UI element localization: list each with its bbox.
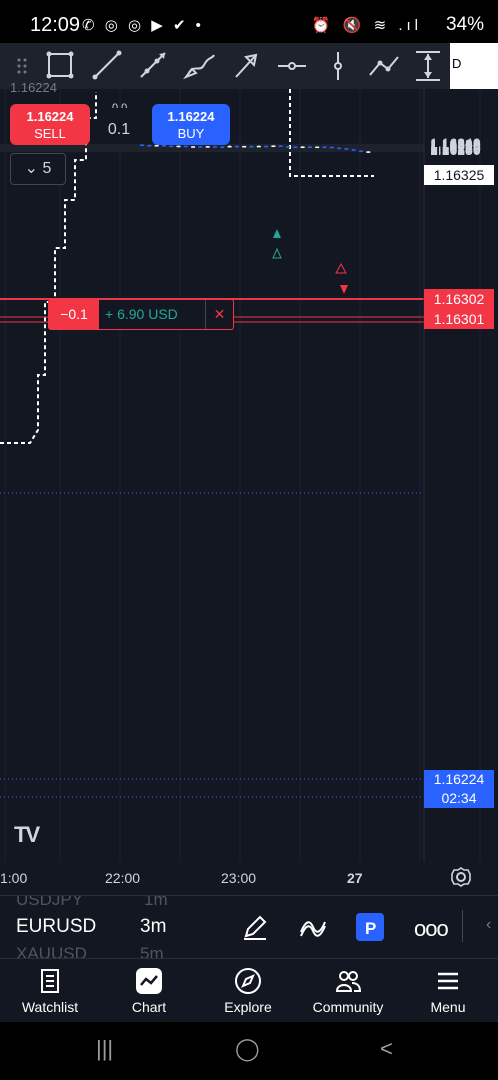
sell-marker-icon xyxy=(340,285,348,294)
position-pnl: + 6.90 USD xyxy=(105,306,178,322)
time-label: 1:00 xyxy=(0,870,28,886)
chart-icon xyxy=(136,968,162,994)
symbol-bar: USDJPY EURUSD XAUUSD 1m 3m 5m P ooo ‹ xyxy=(0,895,498,958)
nav-label: Chart xyxy=(131,999,167,1015)
candle-body xyxy=(198,146,203,148)
price-tag-position: 1.16302 xyxy=(424,289,494,309)
candle-body xyxy=(220,146,225,148)
nav-label: Menu xyxy=(430,999,466,1015)
candle-body xyxy=(161,145,166,147)
compass-icon xyxy=(235,968,261,994)
candle-body xyxy=(256,145,261,148)
candle-body xyxy=(337,147,342,150)
price-axis-label: 1.16230 xyxy=(430,142,481,158)
price-tag-position-2: 1.16301 xyxy=(424,309,494,329)
partial-price-label: 1.16224 xyxy=(10,80,57,95)
broker-icon[interactable]: P xyxy=(355,912,385,942)
orders-collapse-button[interactable]: ⌄ 5 xyxy=(10,153,66,185)
candle-body xyxy=(140,144,144,147)
candle-body xyxy=(300,146,305,148)
candle-body xyxy=(205,146,210,148)
stepped-dashed-line xyxy=(289,89,374,177)
candle-body xyxy=(213,146,217,148)
timeframe-prev[interactable]: 1m xyxy=(144,896,168,910)
watchlist-icon xyxy=(41,969,59,993)
timeframe-next[interactable]: 5m xyxy=(140,944,164,958)
nav-label: Watchlist xyxy=(21,999,79,1015)
sell-label: SELL xyxy=(34,126,66,141)
candle-body xyxy=(359,150,363,153)
menu-icon xyxy=(438,972,458,990)
orders-count: 5 xyxy=(42,160,52,177)
timeframe-current[interactable]: 3m xyxy=(140,916,166,938)
price-tag-high: 1.16325 xyxy=(424,165,494,185)
nav-menu[interactable]: Menu xyxy=(402,959,494,1023)
system-nav-bar: ||| ◯ < xyxy=(0,1022,498,1080)
settings-icon[interactable] xyxy=(450,866,472,888)
candle-body xyxy=(329,146,334,149)
candle-body xyxy=(242,146,247,148)
position-line-label[interactable]: −0.1 + 6.90 USD ✕ xyxy=(48,299,234,330)
quantity-input[interactable]: 0.1 xyxy=(98,108,140,142)
candle-body xyxy=(176,145,181,148)
candle-body xyxy=(315,146,320,149)
candle-body xyxy=(307,146,312,148)
time-label: 22:00 xyxy=(105,870,141,886)
price-tag-last: 1.16224 02:34 xyxy=(424,770,494,808)
sell-button[interactable]: 1.16224 SELL xyxy=(10,104,90,145)
buy-marker-icon xyxy=(272,247,282,259)
candle-body xyxy=(191,146,196,148)
time-label: 27 xyxy=(347,870,363,886)
nav-community[interactable]: Community xyxy=(302,959,394,1023)
candle-body xyxy=(278,145,283,147)
home-button[interactable]: ◯ xyxy=(235,1036,260,1062)
candle-body xyxy=(264,145,269,148)
last-price: 1.16224 xyxy=(433,771,485,787)
candle-body xyxy=(344,148,349,150)
candle-body xyxy=(154,145,159,147)
svg-text:P: P xyxy=(365,919,376,938)
time-label: 23:00 xyxy=(221,870,257,886)
buy-button[interactable]: 1.16224 BUY xyxy=(152,104,230,145)
bottom-nav: Watchlist Chart Explore Community Menu xyxy=(0,958,498,1023)
indicators-icon[interactable] xyxy=(298,912,328,942)
sell-price: 1.16224 xyxy=(26,109,74,124)
candle-body xyxy=(249,146,254,148)
tradingview-logo: TV xyxy=(14,822,40,847)
buy-marker-icon xyxy=(273,229,281,238)
candle-body xyxy=(271,145,276,147)
nav-explore[interactable]: Explore xyxy=(202,959,294,1023)
candle-body xyxy=(169,145,174,148)
candle-body xyxy=(147,145,152,147)
chevron-left-icon[interactable]: ‹ xyxy=(486,916,491,934)
candle-body xyxy=(293,146,298,148)
symbol-current[interactable]: EURUSD xyxy=(16,916,96,938)
buy-label: BUY xyxy=(177,126,205,141)
nav-watchlist[interactable]: Watchlist xyxy=(4,959,96,1023)
candle-body xyxy=(366,151,371,153)
bar-countdown: 02:34 xyxy=(441,790,477,806)
candle-body xyxy=(351,149,356,151)
nav-label: Community xyxy=(312,999,384,1015)
recent-apps-button[interactable]: ||| xyxy=(96,1036,113,1062)
candle-body xyxy=(322,146,327,149)
candle-body xyxy=(183,145,188,148)
nav-label: Explore xyxy=(224,999,272,1015)
pencil-icon[interactable] xyxy=(240,912,270,942)
back-button[interactable]: < xyxy=(380,1036,393,1062)
symbol-prev[interactable]: USDJPY xyxy=(16,896,83,910)
alert-marker-icon xyxy=(335,262,347,274)
candle-body xyxy=(227,145,232,148)
chevron-down-icon: ⌄ xyxy=(24,160,39,177)
divider xyxy=(462,910,463,942)
more-options-icon[interactable]: ooo xyxy=(414,916,449,942)
close-position-icon[interactable]: ✕ xyxy=(205,300,233,329)
candle-body xyxy=(234,145,239,148)
community-icon xyxy=(335,971,362,992)
symbol-next[interactable]: XAUUSD xyxy=(16,944,87,958)
position-qty: −0.1 xyxy=(49,300,99,329)
nav-chart[interactable]: Chart xyxy=(103,959,195,1023)
buy-price: 1.16224 xyxy=(167,109,215,124)
candle-body xyxy=(286,146,290,148)
